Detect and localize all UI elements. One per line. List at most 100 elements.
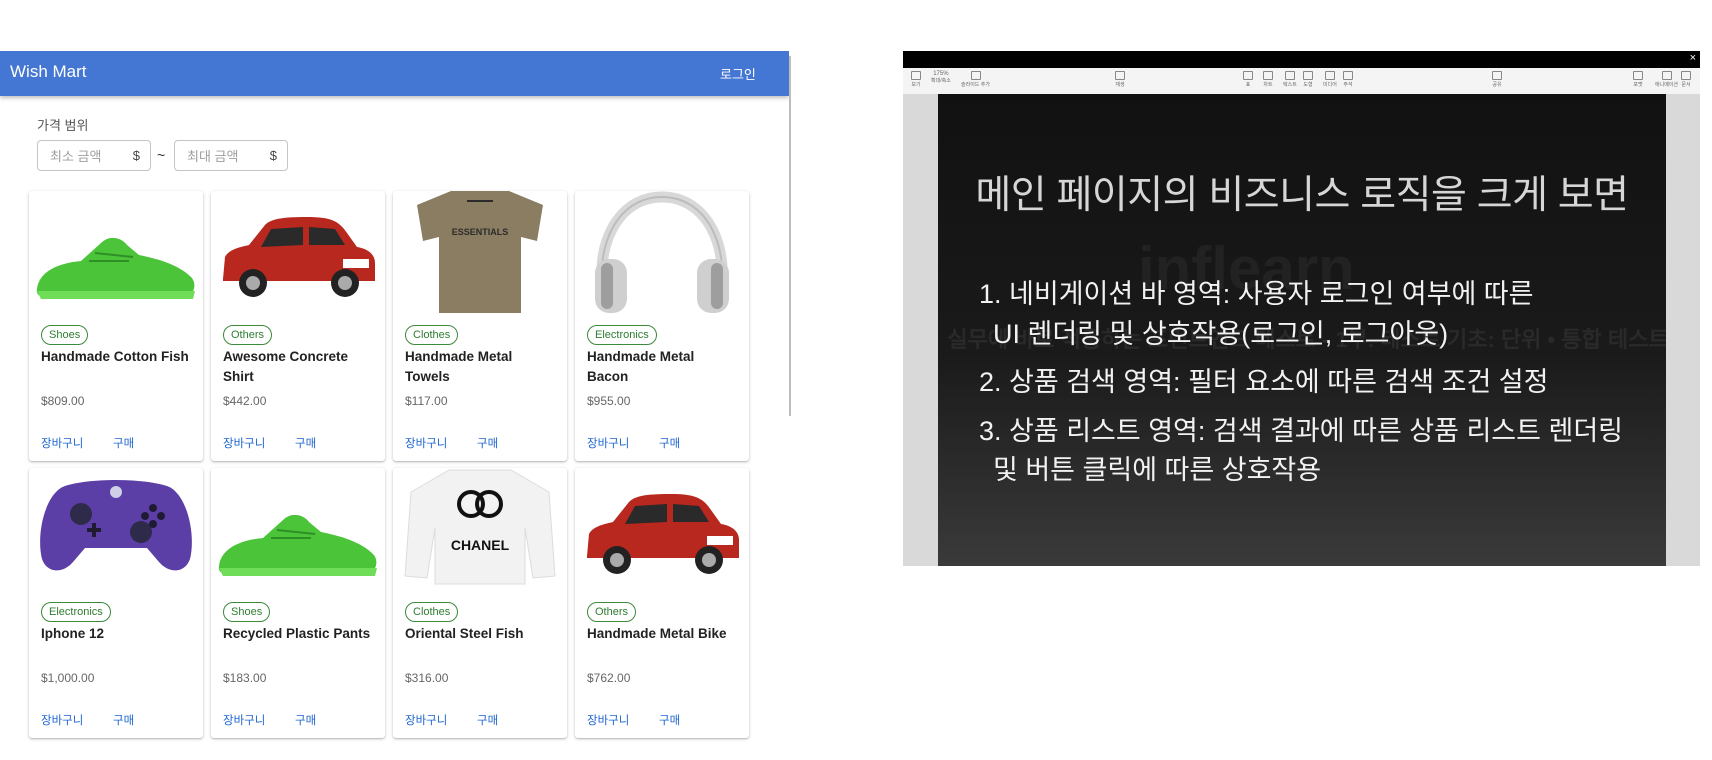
comment-icon [1343,71,1353,80]
product-name: Handmade Metal Towels [405,349,513,384]
slide-bullet: 3. 상품 리스트 영역: 검색 결과에 따른 상품 리스트 렌더링 [979,416,1624,446]
slide-bullet-continuation: UI 렌더링 및 상호작용(로그인, 로그아웃) [993,319,1449,349]
product-card[interactable]: Shoes Handmade Cotton Fish $809.00 장바구니 … [29,191,203,461]
product-card[interactable]: Electronics Handmade Metal Bacon $955.00… [575,191,749,461]
app-bar: Wish Mart 로그인 [0,51,789,96]
toolbar-shape[interactable]: 도형 [1303,71,1313,88]
toolbar-comment[interactable]: 주석 [1343,71,1353,88]
currency-symbol: $ [132,148,140,163]
toolbar-label: 슬라이드 추가 [961,82,990,88]
product-card[interactable]: ESSENTIALS Clothes Handmade Metal Towels… [393,191,567,461]
green-sneaker-icon [36,237,195,299]
currency-symbol: $ [269,148,277,163]
add-to-cart-button[interactable]: 장바구니 [223,435,265,451]
zoom-value: 175% [933,71,949,77]
toolbar-add-slide[interactable]: 슬라이드 추가 [961,71,990,88]
toolbar-label: 애니메이션 [1655,82,1679,88]
product-card[interactable]: Shoes Recycled Plastic Pants $183.00 장바구… [211,468,385,738]
format-icon [1633,71,1643,80]
product-image[interactable] [29,191,203,313]
buy-button[interactable]: 구매 [113,435,134,451]
toolbar-zoom[interactable]: 175% 확대/축소 [931,71,951,84]
product-image[interactable] [575,468,749,590]
green-sneaker-icon [218,514,377,576]
product-price: $183.00 [223,671,267,685]
chanel-logo-text: CHANEL [451,537,510,553]
toolbar-label: 보기 [911,82,921,88]
price-range-label: 가격 범위 [37,118,89,133]
buy-button[interactable]: 구매 [295,435,316,451]
product-price: $1,000.00 [41,671,95,685]
add-to-cart-button[interactable]: 장바구니 [587,435,629,451]
shape-icon [1303,71,1313,80]
category-chip: Others [223,325,273,345]
product-price: $117.00 [405,394,448,408]
toolbar-animate[interactable]: 애니메이션 [1655,71,1678,88]
add-to-cart-button[interactable]: 장바구니 [41,712,83,728]
product-card[interactable]: Others Handmade Metal Bike $762.00 장바구니 … [575,468,749,738]
min-price-field[interactable]: $ [37,140,151,172]
toolbar-label: 확대/축소 [931,78,951,84]
product-grid: Shoes Handmade Cotton Fish $809.00 장바구니 … [29,191,749,738]
toolbar-media[interactable]: 미디어 [1323,71,1337,88]
text-icon [1284,71,1295,80]
slide-title: 메인 페이지의 비즈니스 로직을 크게 보면 [975,174,1629,217]
toolbar-table[interactable]: 표 [1243,71,1253,88]
silver-headphones-icon [595,191,729,313]
add-slide-icon [970,71,981,80]
product-name: Oriental Steel Fish [405,626,524,641]
category-chip: Electronics [41,602,111,622]
product-card[interactable]: CHANEL Clothes Oriental Steel Fish $316.… [393,468,567,738]
buy-button[interactable]: 구매 [659,435,680,451]
add-to-cart-button[interactable]: 장바구니 [405,712,447,728]
product-price: $762.00 [587,671,631,685]
toolbar-label: 포맷 [1633,82,1643,88]
buy-button[interactable]: 구매 [477,435,498,451]
add-to-cart-button[interactable]: 장바구니 [405,435,447,451]
category-chip: Clothes [405,602,459,622]
buy-button[interactable]: 구매 [295,712,316,728]
toolbar-text[interactable]: 텍스트 [1283,71,1297,88]
toolbar-play[interactable]: 재생 [1115,71,1125,88]
max-price-field[interactable]: $ [174,140,288,172]
toolbar-label: 미디어 [1323,82,1337,88]
toolbar-chart[interactable]: 차트 [1263,71,1273,88]
login-button[interactable]: 로그인 [720,64,756,83]
buy-button[interactable]: 구매 [659,712,680,728]
buy-button[interactable]: 구매 [113,712,134,728]
min-price-input[interactable] [48,141,132,172]
brand-title[interactable]: Wish Mart [10,62,87,82]
add-to-cart-button[interactable]: 장바구니 [41,435,83,451]
slide-bullet-continuation: 및 버튼 클릭에 따른 상호작용 [993,455,1322,485]
product-name: Awesome Concrete Shirt [223,349,349,384]
toolbar-label: 공유 [1492,82,1502,88]
product-image[interactable] [29,468,203,590]
max-price-input[interactable] [185,141,269,172]
product-card[interactable]: Others Awesome Concrete Shirt $442.00 장바… [211,191,385,461]
red-car-icon [587,494,739,574]
slide-gutter-left [903,94,938,566]
scrollbar[interactable] [789,56,791,416]
toolbar-share[interactable]: 공유 [1492,71,1502,88]
toolbar-view[interactable]: 보기 [911,71,921,88]
toolbar-document[interactable]: 문서 [1681,71,1691,88]
toolbar-format[interactable]: 포맷 [1633,71,1643,88]
product-card[interactable]: Electronics Iphone 12 $1,000.00 장바구니 구매 [29,468,203,738]
view-icon [911,71,921,80]
chart-icon [1263,71,1273,80]
wish-mart-app: Wish Mart 로그인 가격 범위 $ ~ $ Shoes Handmade… [0,51,789,760]
add-to-cart-button[interactable]: 장바구니 [587,712,629,728]
slide-canvas[interactable]: inflearn 실무에 바로 적용하는 프런트엔드 테스트 - 1부. 테스트… [938,94,1666,566]
slide-gutter-right [1666,94,1700,566]
product-image[interactable]: ESSENTIALS [393,191,567,313]
add-to-cart-button[interactable]: 장바구니 [223,712,265,728]
toolbar-label: 도형 [1303,82,1313,88]
product-image[interactable] [575,191,749,313]
buy-button[interactable]: 구매 [477,712,498,728]
product-name: Handmade Metal Bike [587,626,727,641]
product-image[interactable] [211,191,385,313]
close-icon[interactable]: × [1690,52,1696,64]
product-image[interactable] [211,468,385,590]
product-image[interactable]: CHANEL [393,468,567,590]
animate-icon [1661,71,1672,80]
